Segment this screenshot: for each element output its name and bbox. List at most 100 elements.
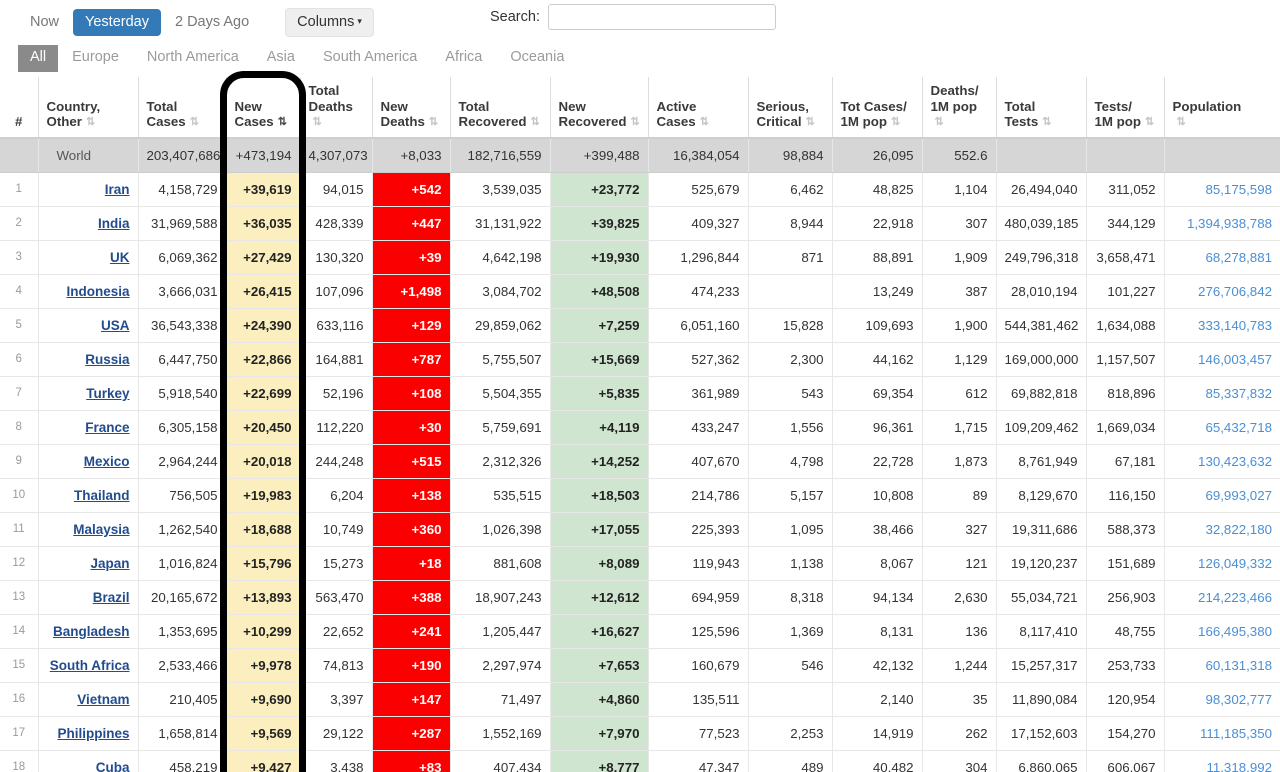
column-header-total-tests[interactable]: Total Tests ⇅ — [995, 77, 1086, 140]
column-header-population[interactable]: Population ⇅ — [1163, 77, 1280, 140]
country-link[interactable]: Malaysia — [73, 522, 129, 537]
column-header-total-recovered[interactable]: Total Recovered ⇅ — [449, 77, 550, 140]
sort-toggle-icon[interactable]: ⇅ — [86, 116, 95, 129]
column-header-total-deaths[interactable]: Total Deaths⇅ — [299, 77, 372, 140]
cell-new-deaths: +787 — [371, 342, 450, 377]
column-header-new-cases[interactable]: New Cases ⇅ — [225, 77, 300, 140]
sort-toggle-icon[interactable]: ⇅ — [700, 116, 709, 129]
cell-deaths-per-m: 136 — [921, 614, 996, 649]
sort-toggle-icon[interactable]: ⇅ — [1145, 116, 1154, 129]
column-header-line2: 1M pop⇅ — [930, 98, 978, 129]
column-header-country-other[interactable]: Country, Other ⇅ — [37, 77, 138, 140]
country-link[interactable]: Japan — [90, 556, 129, 571]
cell-country: Malaysia — [37, 512, 138, 547]
tab-europe[interactable]: Europe — [58, 45, 133, 72]
column-header-line2: Recovered ⇅ — [558, 114, 640, 130]
country-link[interactable]: Turkey — [86, 386, 129, 401]
cell-tests-per-m: 151,689 — [1085, 546, 1164, 581]
tab-africa[interactable]: Africa — [431, 45, 496, 72]
day-button-now[interactable]: Now — [18, 9, 71, 36]
cell-new-deaths: +39 — [371, 240, 450, 275]
country-link[interactable]: USA — [101, 318, 130, 333]
cell-country: Russia — [37, 342, 138, 377]
column-header-: # — [0, 77, 38, 140]
country-link[interactable]: Cuba — [96, 760, 130, 772]
country-link[interactable]: Vietnam — [77, 692, 129, 707]
country-link[interactable]: India — [98, 216, 130, 231]
cell-total-deaths: 563,470 — [299, 580, 372, 615]
cell-new-recovered: +14,252 — [549, 444, 648, 479]
day-button-2-days-ago[interactable]: 2 Days Ago — [163, 9, 261, 36]
column-header-tot-cases-1m-pop[interactable]: Tot Cases/1M pop ⇅ — [831, 77, 922, 140]
sort-toggle-icon[interactable]: ⇅ — [1177, 116, 1186, 129]
country-link[interactable]: Iran — [105, 182, 130, 197]
sort-descending-icon[interactable]: ⇅ — [278, 116, 287, 129]
sort-toggle-icon[interactable]: ⇅ — [891, 116, 900, 129]
cell-active-cases: 77,523 — [647, 716, 748, 751]
columns-dropdown-button[interactable]: Columns ▾ — [285, 8, 374, 37]
tab-north-america[interactable]: North America — [133, 45, 253, 72]
cell-serious — [747, 274, 832, 309]
cell-serious: 543 — [747, 376, 832, 411]
column-header-total-cases[interactable]: Total Cases ⇅ — [137, 77, 226, 140]
sort-toggle-icon[interactable]: ⇅ — [190, 116, 199, 129]
column-header-active-cases[interactable]: Active Cases ⇅ — [647, 77, 748, 140]
cell-serious: 1,556 — [747, 410, 832, 445]
country-link[interactable]: Mexico — [84, 454, 130, 469]
cell-total-deaths: 3,438 — [299, 750, 372, 772]
country-link[interactable]: France — [85, 420, 129, 435]
tab-oceania[interactable]: Oceania — [496, 45, 578, 72]
cell-total-tests: 169,000,000 — [995, 342, 1086, 377]
cell-total-tests: 480,039,185 — [995, 206, 1086, 241]
cell-num: 2 — [0, 206, 38, 241]
cell-tests-per-m: 256,903 — [1085, 580, 1164, 615]
cell-new-deaths: +108 — [371, 376, 450, 411]
cell-tests-per-m: 120,954 — [1085, 682, 1164, 717]
sort-toggle-icon[interactable]: ⇅ — [531, 116, 540, 129]
sort-toggle-icon[interactable]: ⇅ — [313, 116, 322, 129]
cell-active-cases: 694,959 — [647, 580, 748, 615]
country-link[interactable]: Brazil — [93, 590, 130, 605]
tab-asia[interactable]: Asia — [253, 45, 309, 72]
country-link[interactable]: Bangladesh — [53, 624, 130, 639]
table-row: 4 Indonesia 3,666,031 +26,415 107,096 +1,498 3… — [0, 274, 1280, 309]
cell-num: 14 — [0, 614, 38, 649]
column-header-line1: Serious, — [756, 98, 809, 114]
cell-active-cases: 407,670 — [647, 444, 748, 479]
table-container: # Country, Other ⇅ Total Cases ⇅ New Cases ⇅ Total… — [0, 71, 1280, 772]
country-link[interactable]: Thailand — [74, 488, 130, 503]
cell-total-recovered: 535,515 — [449, 478, 550, 513]
country-link[interactable]: Indonesia — [66, 284, 129, 299]
day-button-yesterday[interactable]: Yesterday — [73, 9, 161, 36]
sort-toggle-icon[interactable]: ⇅ — [1042, 116, 1051, 129]
cell-deaths-per-m: 327 — [921, 512, 996, 547]
sort-toggle-icon[interactable]: ⇅ — [935, 116, 944, 129]
column-header-line1: New — [558, 98, 586, 114]
cell-num: 12 — [0, 546, 38, 581]
country-link[interactable]: Russia — [85, 352, 129, 367]
column-header-new-recovered[interactable]: New Recovered ⇅ — [549, 77, 648, 140]
cell-new-recovered: +5,835 — [549, 376, 648, 411]
column-header-new-deaths[interactable]: New Deaths ⇅ — [371, 77, 450, 140]
country-link[interactable]: UK — [110, 250, 130, 265]
table-row: 13 Brazil 20,165,672 +13,893 563,470 +388 18,9… — [0, 580, 1280, 615]
country-link[interactable]: Philippines — [57, 726, 129, 741]
tab-south-america[interactable]: South America — [309, 45, 431, 72]
cell-deaths-per-m: 2,630 — [921, 580, 996, 615]
cell-deaths-per-m: 612 — [921, 376, 996, 411]
cell-serious: 546 — [747, 648, 832, 683]
column-header-deaths-1m-pop[interactable]: Deaths/1M pop⇅ — [921, 77, 996, 140]
column-header-tests-1m-pop[interactable]: Tests/1M pop ⇅ — [1085, 77, 1164, 140]
cell-cases-per-m: 88,891 — [831, 240, 922, 275]
country-link[interactable]: South Africa — [50, 658, 130, 673]
sort-toggle-icon[interactable]: ⇅ — [631, 116, 640, 129]
cell-cases-per-m: 42,132 — [831, 648, 922, 683]
cell-deaths-per-m: 262 — [921, 716, 996, 751]
column-header-serious-critical[interactable]: Serious, Critical ⇅ — [747, 77, 832, 140]
tab-all[interactable]: All — [18, 45, 59, 72]
sort-toggle-icon[interactable]: ⇅ — [429, 116, 438, 129]
cell-active-cases: 47,347 — [647, 750, 748, 772]
cell-total-deaths: 244,248 — [299, 444, 372, 479]
search-input[interactable] — [547, 4, 776, 30]
sort-toggle-icon[interactable]: ⇅ — [806, 116, 815, 129]
